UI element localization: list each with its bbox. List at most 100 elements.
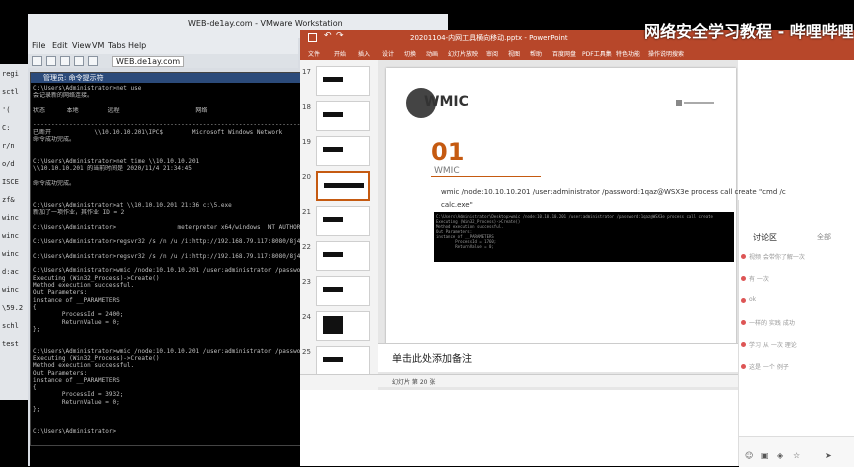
cmd-line: \\10.10.10.201 的当前时间是 2020/11/4 21:34:45 — [33, 165, 192, 173]
current-slide[interactable]: WMIC 01 WMIC wmic /node:10.10.10.201 /us… — [386, 68, 786, 368]
slide-thumbnail[interactable] — [316, 171, 370, 201]
ribbon-tab[interactable]: 幻灯片放映 — [448, 49, 478, 58]
discussion-message: ok — [749, 296, 757, 303]
ribbon-tab[interactable]: 审阅 — [486, 49, 498, 58]
cmd-line: Out Parameters: — [33, 289, 88, 297]
cmd-line: C:\Users\Administrator> — [33, 427, 117, 435]
save-icon[interactable] — [308, 33, 317, 42]
thumbnail-number: 22 — [302, 243, 311, 251]
thumbnail-content — [323, 316, 343, 334]
background-line: schl — [2, 322, 19, 330]
ribbon-tab[interactable]: 特色功能 — [616, 49, 640, 58]
undo-icon[interactable]: ↶ — [324, 31, 332, 41]
discussion-message: 这是 一个 例子 — [749, 364, 789, 371]
slide-thumbnail[interactable] — [316, 66, 370, 96]
cmd-line — [33, 173, 309, 180]
background-line: winc — [2, 232, 19, 240]
background-line: d:ac — [2, 268, 19, 276]
discussion-message: 有 一次 — [749, 276, 769, 283]
slide-thumbnail[interactable] — [316, 101, 370, 131]
cmd-line — [33, 216, 309, 223]
cmd-line — [33, 333, 309, 340]
thumbnail-number: 23 — [302, 278, 311, 286]
powerpoint-window: ↶ ↷ 20201104-内网工具横向移动.pptx - PowerPoint … — [300, 22, 854, 467]
menu-tabs[interactable]: Tabs — [108, 41, 126, 50]
gift-icon[interactable]: ◈ — [777, 451, 783, 460]
section-number: 01 — [431, 138, 465, 166]
cmd-line: { — [33, 303, 37, 311]
discussion-message: 一样的 实践 成功 — [749, 320, 795, 327]
cmd-line: 状态 本地 远程 网络 — [33, 106, 208, 114]
thumbnail-content — [323, 147, 343, 152]
cmd-line: ProcessId = 3932; — [33, 391, 124, 399]
cmd-bottom-area — [30, 446, 310, 466]
ribbon-tab[interactable]: 帮助 — [530, 49, 542, 58]
cmd-line — [33, 151, 309, 158]
slide-thumbnail[interactable] — [316, 241, 370, 271]
slide-thumbnail[interactable] — [316, 136, 370, 166]
vm-tab[interactable]: WEB.de1ay.com — [112, 56, 185, 67]
cmd-line: Out Parameters: — [33, 369, 88, 377]
ribbon-tab[interactable]: 文件 — [308, 49, 320, 58]
ribbon-tab[interactable]: PDF工具集 — [582, 49, 612, 58]
slide-thumbnail[interactable] — [316, 346, 370, 376]
slide-canvas: WMIC 01 WMIC wmic /node:10.10.10.201 /us… — [378, 60, 786, 390]
background-line: winc — [2, 286, 19, 294]
background-line: o/d — [2, 160, 15, 168]
thumbnail-number: 18 — [302, 103, 311, 111]
ribbon-tab[interactable]: 开始 — [334, 49, 346, 58]
avatar — [741, 320, 746, 325]
thumbnail-number: 20 — [302, 173, 311, 181]
menu-vm[interactable]: VM — [92, 41, 104, 50]
slide-terminal-screenshot: C:\Users\Administrator\Desktop>wmic /nod… — [434, 212, 734, 262]
cmd-line: Executing (Win32_Process)->Create() — [33, 354, 160, 362]
ribbon-tab[interactable]: 操作说明搜索 — [648, 49, 684, 58]
avatar — [741, 364, 746, 369]
cmd-line — [33, 194, 309, 201]
ribbon-tab[interactable]: 插入 — [358, 49, 370, 58]
power-icon[interactable] — [32, 56, 42, 66]
ribbon-tabs: 文件 开始 插入 设计 切换 动画 幻灯片放映 审阅 视图 帮助 百度网盘 PDF工具集 特色功能 操作说… — [300, 46, 854, 60]
cmd-line: 已断开 \\10.10.10.201\IPC$ Microsoft Window… — [33, 128, 283, 136]
menu-file[interactable]: File — [32, 41, 45, 50]
notes-pane[interactable]: 单击此处添加备注 — [378, 343, 738, 372]
cmd-line: }; — [33, 325, 41, 333]
image-icon[interactable]: ▣ — [761, 451, 769, 460]
star-icon[interactable]: ☆ — [793, 451, 800, 460]
cmd-line — [33, 143, 309, 150]
thumbnail-number: 24 — [302, 313, 311, 321]
cmd-line — [33, 100, 309, 107]
ribbon-tab[interactable]: 动画 — [426, 49, 438, 58]
snapshot-icon[interactable] — [46, 56, 56, 66]
unity-icon[interactable] — [88, 56, 98, 66]
cmd-line: Executing (Win32_Process)->Create() — [33, 274, 160, 282]
slide-thumbnail[interactable] — [316, 206, 370, 236]
background-line: test — [2, 340, 19, 348]
ribbon-tab[interactable]: 百度网盘 — [552, 49, 576, 58]
thumbnail-content — [323, 357, 343, 362]
cmd-line — [33, 260, 309, 267]
screenshot-line: ReturnValue = 0; — [436, 244, 494, 249]
slide-thumbnail[interactable] — [316, 311, 370, 341]
menu-edit[interactable]: Edit — [52, 41, 68, 50]
send-icon[interactable]: ➤ — [825, 451, 832, 460]
cmd-line: ReturnValue = 0; — [33, 398, 120, 406]
menu-view[interactable]: View — [72, 41, 91, 50]
menu-help[interactable]: Help — [128, 41, 146, 50]
revert-icon[interactable] — [60, 56, 70, 66]
ribbon-tab[interactable]: 切换 — [404, 49, 416, 58]
ribbon-tab[interactable]: 视图 — [508, 49, 520, 58]
vmware-title: WEB-de1ay.com - VMware Workstation — [188, 19, 343, 28]
redo-icon[interactable]: ↷ — [336, 31, 344, 41]
cmd-output[interactable]: C:\Users\Administrator>net use 会记录新的网络连接。… — [33, 85, 309, 447]
cmd-line — [33, 114, 309, 121]
cmd-window[interactable]: 管理员: 命令提示符 C:\Users\Administrator>net us… — [30, 72, 311, 447]
discussion-input[interactable]: ☺ ▣ ◈ ☆ ➤ — [739, 436, 854, 467]
ribbon-tab[interactable]: 设计 — [382, 49, 394, 58]
discussion-sort[interactable]: 全部 — [817, 232, 831, 242]
slide-thumbnail[interactable] — [316, 276, 370, 306]
background-line: r/n — [2, 142, 15, 150]
ppt-title: 20201104-内网工具横向移动.pptx - PowerPoint — [410, 34, 568, 42]
emoji-icon[interactable]: ☺ — [745, 451, 753, 460]
fullscreen-icon[interactable] — [74, 56, 84, 66]
